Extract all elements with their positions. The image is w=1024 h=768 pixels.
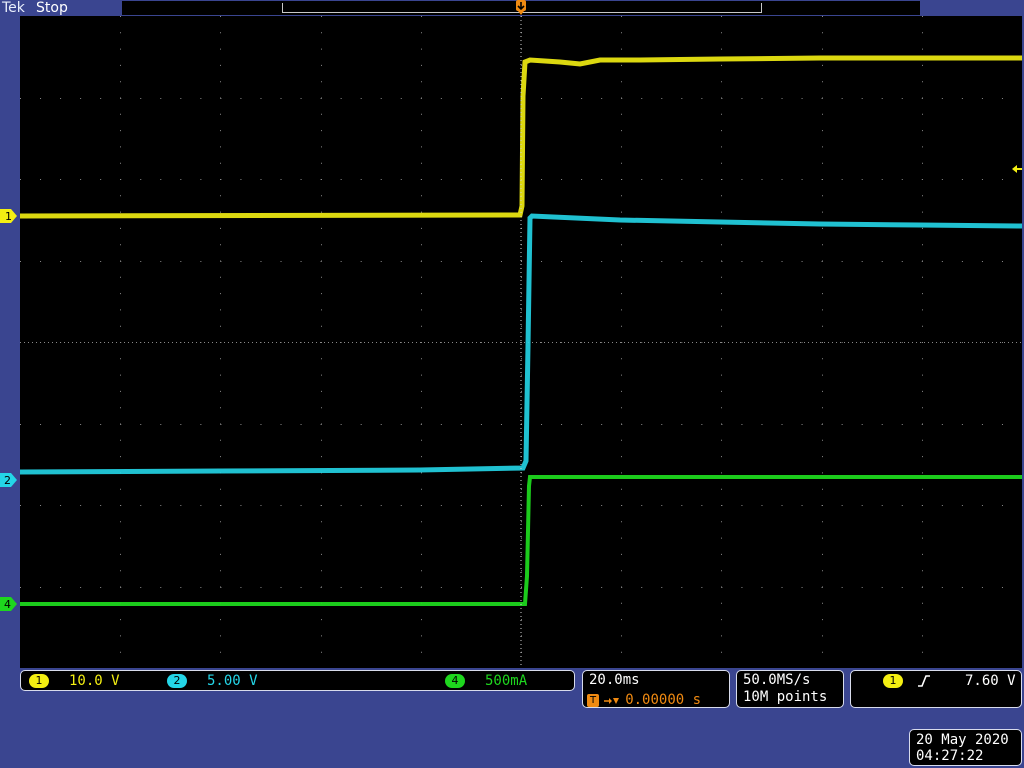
- ch2-scale[interactable]: 5.00 V: [207, 672, 258, 690]
- top-status-bar: Tek Stop: [0, 0, 1024, 16]
- time-label: 04:27:22: [916, 748, 984, 764]
- trigger-level-marker[interactable]: [1011, 163, 1023, 175]
- brand-label: Tek: [2, 0, 25, 16]
- trigger-level: 7.60 V: [965, 673, 1016, 689]
- sample-rate: 50.0MS/s: [743, 672, 811, 688]
- trigger-t-icon: T: [587, 694, 599, 707]
- ch1-scale[interactable]: 10.0 V: [69, 672, 120, 690]
- svg-text:2: 2: [4, 474, 11, 487]
- trigger-source-badge: 1: [883, 674, 903, 688]
- datetime-panel: 20 May 2020 04:27:22: [909, 729, 1022, 766]
- waveform-graticule: [20, 16, 1022, 668]
- trigger-panel[interactable]: 1 7.60 V: [850, 670, 1022, 708]
- record-length: 10M points: [743, 689, 828, 705]
- ch4-badge[interactable]: 4: [445, 674, 465, 688]
- svg-text:4: 4: [4, 598, 11, 611]
- waveform-display[interactable]: [20, 16, 1022, 668]
- ch2-badge[interactable]: 2: [167, 674, 187, 688]
- ch4-ground-marker[interactable]: 4: [0, 596, 18, 612]
- timebase-panel[interactable]: 20.0ms T 0.00000 s: [582, 670, 730, 708]
- ch2-ground-marker[interactable]: 2: [0, 472, 18, 488]
- ch1-badge[interactable]: 1: [29, 674, 49, 688]
- trigger-delay: 0.00000 s: [625, 692, 702, 708]
- acquisition-state[interactable]: Stop: [36, 0, 68, 16]
- horizontal-scale: 20.0ms: [589, 672, 640, 688]
- svg-text:1: 1: [5, 210, 12, 223]
- trigger-delay-row: T 0.00000 s: [587, 690, 702, 708]
- rising-edge-icon: [918, 675, 930, 687]
- ch1-ground-marker[interactable]: 1: [0, 208, 18, 224]
- arrow-right-down-icon: [604, 697, 620, 704]
- date-label: 20 May 2020: [916, 732, 1009, 748]
- ch4-scale[interactable]: 500mA: [485, 672, 527, 690]
- channel-scale-panel[interactable]: 1 10.0 V 2 5.00 V 4 500mA: [20, 670, 575, 691]
- acquisition-panel[interactable]: 50.0MS/s 10M points: [736, 670, 844, 708]
